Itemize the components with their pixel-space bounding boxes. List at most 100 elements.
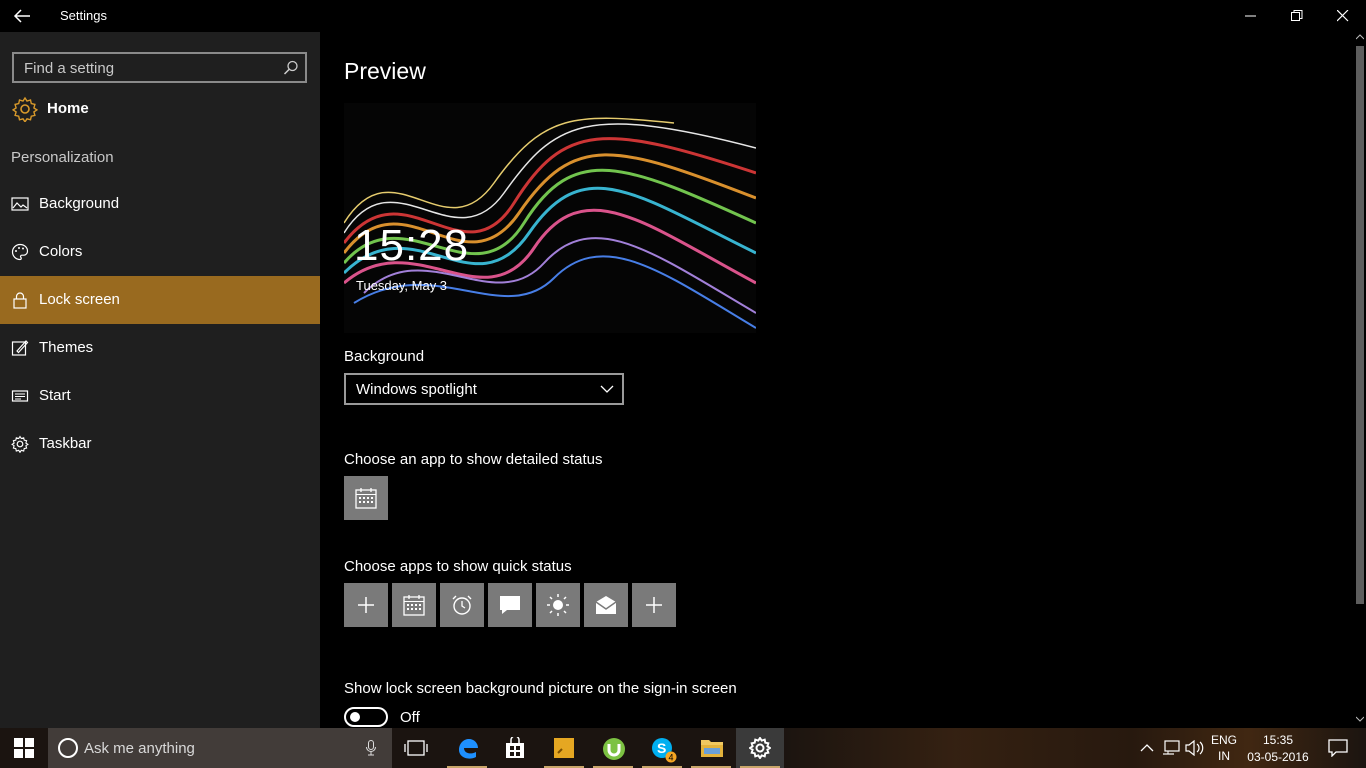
detailed-status-label: Choose an app to show detailed status [344, 451, 603, 468]
microphone-icon[interactable] [366, 740, 376, 756]
quick-status-mail-button[interactable] [584, 583, 628, 627]
sidebar-item-label: Themes [39, 339, 94, 356]
utorrent-icon [603, 738, 625, 760]
preview-date: Tuesday, May 3 [356, 278, 448, 293]
sticky-notes-app-button[interactable] [540, 728, 588, 768]
taskbar-gear-icon [11, 435, 29, 453]
back-arrow-icon [13, 9, 30, 23]
main-content: Preview 15:28 Tuesday, May 3 Background … [320, 32, 1354, 728]
sidebar-item-label: Lock screen [39, 291, 120, 308]
search-box[interactable] [12, 52, 307, 83]
minimize-icon [1245, 15, 1256, 17]
calendar-icon [355, 488, 377, 509]
sidebar: Home Personalization Background Colors L… [0, 32, 320, 728]
sidebar-item-label: Colors [39, 243, 83, 260]
home-label: Home [47, 100, 89, 117]
toggle-knob [350, 712, 360, 722]
message-icon [500, 596, 520, 614]
scrollbar-thumb[interactable] [1356, 46, 1364, 604]
brush-icon [11, 340, 29, 356]
add-icon [358, 597, 374, 613]
section-heading: Personalization [11, 149, 114, 166]
sidebar-item-label: Taskbar [39, 435, 92, 452]
sidebar-item-start[interactable]: Start [0, 372, 320, 420]
sticky-notes-icon [554, 738, 574, 758]
lock-icon [13, 292, 27, 309]
quick-status-messaging-button[interactable] [488, 583, 532, 627]
quick-status-add-button[interactable] [344, 583, 388, 627]
weather-icon [547, 594, 569, 616]
quick-status-add-button-2[interactable] [632, 583, 676, 627]
network-button[interactable] [1160, 728, 1182, 768]
start-button[interactable] [0, 728, 48, 768]
task-view-button[interactable] [392, 728, 440, 768]
quick-status-calendar-button[interactable] [392, 583, 436, 627]
quick-status-weather-button[interactable] [536, 583, 580, 627]
windows-logo-icon [14, 738, 34, 758]
content-scrollbar[interactable] [1354, 32, 1366, 728]
add-icon [646, 597, 662, 613]
taskbar: S4 ENG IN 15:35 03-05-2016 [0, 728, 1366, 768]
sidebar-item-colors[interactable]: Colors [0, 228, 320, 276]
cortana-icon [58, 738, 78, 758]
scroll-down-icon[interactable] [1356, 716, 1364, 722]
settings-app-button[interactable] [736, 728, 784, 768]
sidebar-item-lock-screen[interactable]: Lock screen [0, 276, 320, 324]
notification-icon [1328, 739, 1348, 757]
folder-icon [701, 740, 723, 757]
restore-button[interactable] [1274, 0, 1320, 32]
scroll-up-icon[interactable] [1356, 34, 1364, 40]
sidebar-item-taskbar[interactable]: Taskbar [0, 420, 320, 468]
store-app-button[interactable] [491, 728, 539, 768]
quick-status-label: Choose apps to show quick status [344, 558, 572, 575]
gear-icon [12, 96, 38, 122]
taskbar-search-input[interactable] [84, 739, 344, 757]
action-center-button[interactable] [1318, 728, 1358, 768]
alarm-icon [452, 595, 472, 615]
sidebar-item-label: Background [39, 195, 120, 212]
minimize-button[interactable] [1228, 0, 1274, 32]
chevron-down-icon [600, 385, 614, 393]
store-bag-icon [506, 737, 524, 758]
search-input[interactable] [24, 58, 274, 78]
quick-status-alarm-button[interactable] [440, 583, 484, 627]
detailed-status-app-button[interactable] [344, 476, 388, 520]
mail-icon [595, 596, 617, 614]
skype-icon: S4 [652, 738, 677, 763]
gear-icon [749, 737, 771, 759]
toggle-state-label: Off [400, 709, 420, 726]
restore-icon [1291, 10, 1303, 21]
edge-browser-icon [459, 739, 478, 759]
sidebar-item-themes[interactable]: Themes [0, 324, 320, 372]
background-dropdown-value: Windows spotlight [356, 381, 477, 398]
close-button[interactable] [1320, 0, 1366, 32]
search-icon[interactable] [283, 60, 299, 76]
window-title: Settings [60, 8, 107, 23]
sidebar-item-background[interactable]: Background [0, 180, 320, 228]
region-text: IN [1218, 749, 1230, 763]
network-icon [1163, 740, 1180, 755]
file-explorer-app-button[interactable] [687, 728, 735, 768]
skype-app-button[interactable]: S4 [638, 728, 686, 768]
background-dropdown[interactable]: Windows spotlight [344, 373, 624, 405]
speaker-icon [1185, 740, 1204, 756]
language-text: ENG [1210, 733, 1237, 747]
home-nav[interactable]: Home [0, 92, 320, 126]
calendar-icon [403, 595, 425, 616]
edge-app-button[interactable] [443, 728, 491, 768]
start-icon [11, 390, 29, 402]
lock-screen-preview: 15:28 Tuesday, May 3 [344, 103, 756, 333]
back-button[interactable] [12, 6, 36, 26]
input-language-button[interactable]: ENG IN [1206, 728, 1242, 768]
sidebar-item-label: Start [39, 387, 71, 404]
preview-heading: Preview [344, 58, 426, 84]
show-hidden-icons-button[interactable] [1136, 728, 1158, 768]
taskbar-search-box[interactable] [48, 728, 392, 768]
signin-picture-label: Show lock screen background picture on t… [344, 680, 737, 697]
utorrent-app-button[interactable] [589, 728, 637, 768]
skype-badge: 4 [669, 753, 674, 763]
preview-clock: 15:28 [354, 221, 470, 270]
volume-button[interactable] [1184, 728, 1206, 768]
clock-button[interactable]: 15:35 03-05-2016 [1244, 728, 1312, 768]
signin-picture-toggle[interactable] [344, 707, 388, 727]
